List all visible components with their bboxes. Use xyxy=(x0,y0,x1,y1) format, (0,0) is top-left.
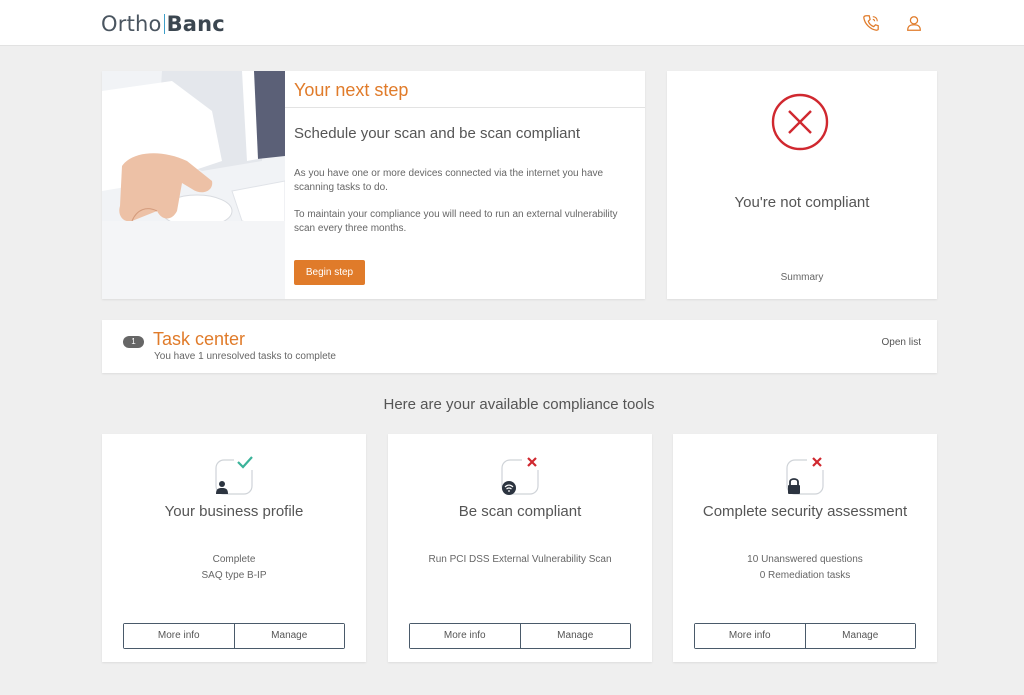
person-icon xyxy=(215,456,254,495)
lock-icon xyxy=(786,456,825,495)
compliance-status-text: You're not compliant xyxy=(734,194,870,211)
compliance-status-card: You're not compliant Summary xyxy=(667,71,937,299)
open-list-link[interactable]: Open list xyxy=(882,337,921,348)
top-bar: Ortho Banc xyxy=(0,0,1024,46)
phone-icon[interactable] xyxy=(862,14,880,32)
next-step-paragraph-1: As you have one or more devices connecte… xyxy=(294,168,604,193)
tool-detail-line: Complete xyxy=(212,554,256,565)
tool-button-group: More info Manage xyxy=(409,623,631,649)
hand-mouse-illustration xyxy=(102,71,285,299)
tool-title: Be scan compliant xyxy=(458,503,582,520)
manage-button[interactable]: Manage xyxy=(804,624,915,648)
more-info-button[interactable]: More info xyxy=(695,624,805,648)
title-divider xyxy=(285,107,645,108)
more-info-button[interactable]: More info xyxy=(410,624,520,648)
tool-card-scan-compliant: Be scan compliant Run PCI DSS External V… xyxy=(388,434,652,662)
begin-step-button[interactable]: Begin step xyxy=(294,260,365,285)
tool-detail-line: SAQ type B-IP xyxy=(201,570,267,581)
next-step-card: Your next step Schedule your scan and be… xyxy=(102,71,645,299)
wifi-icon xyxy=(501,456,540,495)
logo-text-ortho: Ortho xyxy=(101,12,162,36)
logo-divider xyxy=(163,14,165,34)
task-center-title: Task center xyxy=(153,329,246,349)
circle-x-icon xyxy=(771,93,829,151)
manage-button[interactable]: Manage xyxy=(519,624,630,648)
tool-detail-line: 10 Unanswered questions xyxy=(747,554,863,565)
summary-link[interactable]: Summary xyxy=(667,272,937,283)
tools-heading: Here are your available compliance tools xyxy=(383,396,655,413)
task-count-badge: 1 xyxy=(123,336,144,348)
next-step-title: Your next step xyxy=(294,80,409,100)
tool-title: Complete security assessment xyxy=(702,503,908,520)
tool-card-business-profile: Your business profile Complete SAQ type … xyxy=(102,434,366,662)
tool-detail-line: 0 Remediation tasks xyxy=(759,570,851,581)
logo-text-banc: Banc xyxy=(166,12,225,36)
more-info-button[interactable]: More info xyxy=(124,624,234,648)
user-icon[interactable] xyxy=(905,14,923,32)
tool-detail-line: Run PCI DSS External Vulnerability Scan xyxy=(428,554,612,565)
next-step-paragraph-2: To maintain your compliance you will nee… xyxy=(294,209,618,234)
orthobanc-logo[interactable]: Ortho Banc xyxy=(101,12,225,36)
manage-button[interactable]: Manage xyxy=(233,624,344,648)
tool-button-group: More info Manage xyxy=(123,623,345,649)
task-center-card: 1 Task center You have 1 unresolved task… xyxy=(102,320,937,373)
tool-button-group: More info Manage xyxy=(694,623,916,649)
tool-card-security-assessment: Complete security assessment 10 Unanswer… xyxy=(673,434,937,662)
tool-title: Your business profile xyxy=(164,503,304,520)
hero-image-hand-on-mouse xyxy=(102,71,285,299)
task-center-subtitle: You have 1 unresolved tasks to complete xyxy=(154,351,336,362)
next-step-heading: Schedule your scan and be scan compliant xyxy=(294,125,581,142)
